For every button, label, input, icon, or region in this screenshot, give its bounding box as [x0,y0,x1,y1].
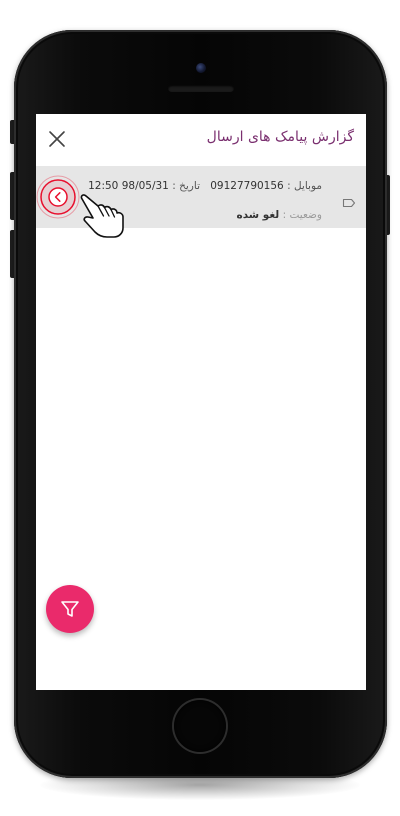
front-camera [196,63,206,73]
status-value: لغو شده [236,209,280,221]
close-icon [49,131,65,147]
home-button [174,700,226,752]
filter-button[interactable] [46,585,94,633]
mobile-field: موبایل : 09127790156 [210,180,322,192]
app-bar: گزارش پیامک های ارسال [36,114,366,164]
date-label: تاریخ : [172,180,200,192]
date-value: 98/05/31 [121,180,169,192]
stage: گزارش پیامک های ارسال موبایل : 091277901… [0,0,400,816]
chevron-left-icon [48,187,68,207]
row-detail-button[interactable] [43,182,73,212]
app-screen: گزارش پیامک های ارسال موبایل : 091277901… [36,114,366,690]
tag-icon [342,193,356,208]
filter-icon [61,601,79,617]
page-title: گزارش پیامک های ارسال [206,129,354,145]
hand-pointer-icon [80,194,124,238]
mobile-value: 09127790156 [210,180,284,192]
mobile-label: موبایل : [287,180,322,192]
status-field: وضعیت : لغو شده [237,209,322,221]
earpiece-speaker [168,85,234,92]
status-label: وضعیت : [282,209,322,221]
close-button[interactable] [46,128,68,150]
